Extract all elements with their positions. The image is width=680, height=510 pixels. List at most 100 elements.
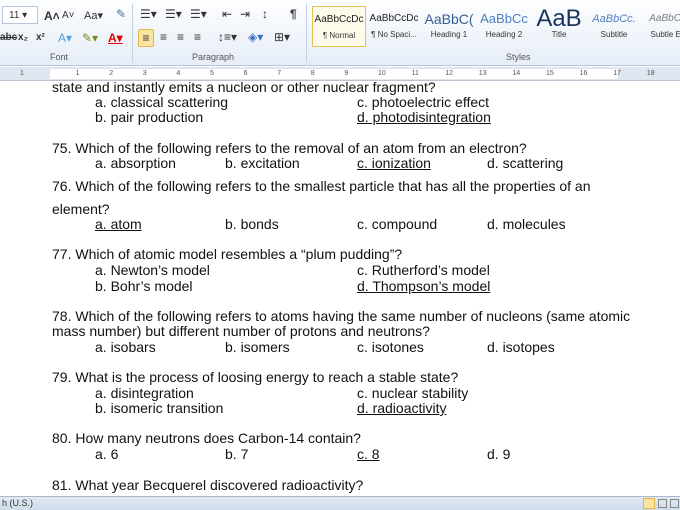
style-subtitle[interactable]: AaBbCc. Subtitle [587,6,641,47]
answer-option: a. isobars [95,339,156,355]
answer-option-correct: a. atom [95,216,142,232]
bullets-icon[interactable]: ☰▾ [140,6,157,22]
font-color-icon[interactable]: A▾ [108,30,123,46]
highlight-icon[interactable]: ✎▾ [82,30,98,46]
justify-icon[interactable]: ≡ [194,29,201,45]
ruler-number: 5 [210,70,214,77]
font-size-value: 11 [9,10,20,21]
answer-option: b. isomers [225,339,290,355]
ribbon: 11 ▾ A˄ A˅ Aa▾ ✎ abc x₂ x² A▾ ✎▾ A▾ Font… [0,0,680,66]
style-no-spaci[interactable]: AaBbCcDc ¶ No Spaci... [367,6,421,47]
answer-option: c. isotones [357,339,424,355]
answer-option: c. nuclear stability [357,385,469,401]
ruler-number: 16 [579,70,588,77]
ruler-number: 1 [20,70,24,77]
question-text: 80. How many neutrons does Carbon-14 con… [52,430,361,446]
ruler-number: 17 [613,70,621,77]
style-preview: AaBbCcI [649,13,680,24]
style-preview: AaBbCcDc [314,14,364,25]
ruler-number: 2 [109,70,114,77]
question-text: 81. What year Becquerel discovered radio… [52,477,364,493]
answer-option-correct: d. photodisintegration [357,109,491,125]
ruler-number: 6 [243,70,248,77]
document-page[interactable]: state and instantly emits a nucleon or o… [0,81,680,496]
ruler-number: 9 [344,70,349,77]
change-case-icon[interactable]: Aa▾ [84,8,103,24]
answer-option: c. Rutherford’s model [357,262,490,278]
print-layout-icon[interactable] [643,498,655,509]
decrease-indent-icon[interactable]: ⇤ [222,6,232,22]
question-text: 78. Which of the following refers to ato… [52,308,631,324]
answer-option: a. 6 [95,446,119,462]
question-text: 79. What is the process of loosing energ… [52,369,459,385]
font-group-label: Font [50,52,69,62]
status-bar: h (U.S.) [0,496,680,510]
answer-option: a. disintegration [95,385,194,401]
style-label: Title [551,30,567,39]
borders-icon[interactable]: ⊞▾ [274,29,290,45]
align-right-icon[interactable]: ≡ [177,29,184,45]
answer-option: d. 9 [487,446,511,462]
full-screen-reading-icon[interactable] [658,499,667,508]
shading-icon[interactable]: ◈▾ [248,29,263,45]
style-label: Subtle Em [650,30,680,39]
answer-option-correct: d. Thompson’s model [357,278,491,294]
style-title[interactable]: AaB Title [532,6,586,47]
answer-option: c. compound [357,216,438,232]
paragraph-group-label: Paragraph [192,52,235,62]
align-left-icon[interactable]: ≡ [138,29,154,47]
align-center-icon[interactable]: ≡ [160,29,167,45]
style-label: Heading 2 [485,30,523,39]
ruler-number: 3 [142,70,147,77]
answer-option: b. excitation [225,155,300,171]
increase-indent-icon[interactable]: ⇥ [240,6,250,22]
shrink-font-icon[interactable]: A˅ [62,8,75,24]
ruler-number: 18 [646,70,655,77]
question-text: 75. Which of the following refers to the… [52,140,527,156]
answer-option: d. molecules [487,216,566,232]
grow-font-icon[interactable]: A˄ [44,8,60,24]
multilevel-list-icon[interactable]: ☰▾ [190,6,207,22]
text-effects-icon[interactable]: A▾ [58,30,72,46]
superscript-icon[interactable]: x² [36,30,45,46]
ruler-number: 7 [277,70,282,77]
style-preview: AaBbCcDc [369,13,419,24]
strikethrough-icon[interactable]: abc [0,30,17,46]
ruler-number: 4 [176,70,181,77]
answer-option: d. isotopes [487,339,555,355]
answer-option: b. 7 [225,446,249,462]
answer-option: b. bonds [225,216,279,232]
style-label: Subtitle [600,30,628,39]
answer-option: b. Bohr’s model [95,278,193,294]
web-layout-icon[interactable] [670,499,679,508]
style-normal[interactable]: AaBbCcDc ¶ Normal [312,6,366,47]
answer-option: c. photoelectric effect [357,94,490,110]
style-heading-1[interactable]: AaBbC(Heading 1 [422,6,476,47]
style-label: ¶ No Spaci... [371,30,417,39]
language-indicator[interactable]: h (U.S.) [2,498,33,508]
style-preview: AaB [536,6,582,30]
ruler-number: 8 [310,70,315,77]
clear-formatting-icon[interactable]: ✎ [116,6,126,22]
style-subtle-em[interactable]: AaBbCcI Subtle Em [642,6,680,47]
answer-option: a. Newton’s model [95,262,210,278]
style-preview: AaBbCc. [592,13,636,25]
answer-option-correct: c. 8 [357,446,380,462]
ruler-number: 14 [512,70,521,77]
answer-option: d. scattering [487,155,564,171]
style-preview: AaBbCc [480,11,528,26]
line-spacing-icon[interactable]: ↕≡▾ [218,29,237,45]
ruler-number: 11 [411,70,419,77]
style-heading-2[interactable]: AaBbCc Heading 2 [477,6,531,47]
subscript-icon[interactable]: x₂ [18,30,28,46]
numbering-icon[interactable]: ☰▾ [165,6,182,22]
sort-icon[interactable]: ↕ [262,6,268,22]
ruler-number: 12 [445,70,453,77]
ruler-number: 10 [378,70,386,77]
ruler[interactable]: 1 1 2 3 4 5 6 7 8 9 10 11 12 13 14 15 16 17 18 [0,67,680,81]
question-text: mass number) but different number of pro… [52,323,430,339]
font-size-select[interactable]: 11 ▾ [2,6,38,24]
answer-option-correct: c. ionization [357,155,431,171]
answer-option: b. pair production [95,109,204,125]
show-formatting-icon[interactable]: ¶ [290,6,297,22]
